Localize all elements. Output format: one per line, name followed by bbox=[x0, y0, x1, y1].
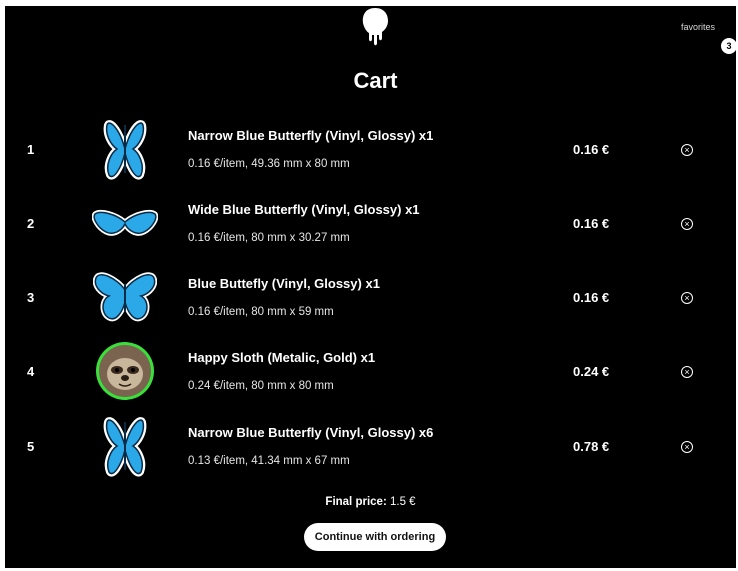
page-title: Cart bbox=[353, 68, 398, 93]
item-index: 4 bbox=[27, 364, 35, 379]
item-name: Blue Buttefly (Vinyl, Glossy) x1 bbox=[188, 276, 380, 291]
item-detail: 0.16 €/item, 80 mm x 30.27 mm bbox=[188, 232, 350, 244]
favorites-count-badge: 3 bbox=[721, 38, 736, 54]
item-index: 2 bbox=[27, 216, 35, 231]
continue-ordering-button[interactable]: Continue with ordering bbox=[304, 523, 446, 551]
item-detail: 0.24 €/item, 80 mm x 80 mm bbox=[188, 380, 334, 392]
item-detail: 0.16 €/item, 80 mm x 59 mm bbox=[188, 306, 334, 318]
remove-item-icon[interactable]: × bbox=[681, 218, 693, 230]
app-frame: favorites 3 Cart 1 Narrow Blue Butterfly… bbox=[5, 6, 736, 568]
cart-row: 1 Narrow Blue Butterfly (Vinyl, Glossy) … bbox=[5, 112, 736, 186]
item-price: 0.16 € bbox=[573, 142, 610, 157]
final-price: Final price: 1.5 € bbox=[5, 496, 736, 508]
narrow-butterfly-sticker-icon bbox=[89, 112, 161, 186]
remove-item-icon[interactable]: × bbox=[681, 366, 693, 378]
item-price: 0.78 € bbox=[573, 439, 610, 454]
item-name: Wide Blue Butterfly (Vinyl, Glossy) x1 bbox=[188, 202, 420, 217]
butterfly-sticker-icon bbox=[89, 260, 161, 334]
item-name: Narrow Blue Butterfly (Vinyl, Glossy) x6 bbox=[188, 425, 434, 440]
sloth-sticker-icon bbox=[89, 334, 161, 408]
item-price: 0.16 € bbox=[573, 290, 610, 305]
item-index: 3 bbox=[27, 290, 35, 305]
narrow-butterfly-sticker-icon bbox=[89, 409, 161, 483]
cart-row: 5 Narrow Blue Butterfly (Vinyl, Glossy) … bbox=[5, 409, 736, 483]
item-detail: 0.13 €/item, 41.34 mm x 67 mm bbox=[188, 455, 350, 467]
final-price-value: 1.5 € bbox=[389, 496, 416, 508]
drip-logo-icon[interactable] bbox=[361, 6, 389, 46]
cart-row: 3 Blue Buttefly (Vinyl, Glossy) x1 0.16 … bbox=[5, 260, 736, 334]
favorites-link[interactable]: favorites 3 bbox=[681, 22, 736, 62]
item-price: 0.16 € bbox=[573, 216, 610, 231]
final-price-label: Final price: bbox=[325, 496, 387, 508]
cart-row: 4 Happy Sloth (Metalic, Gold) x1 0.24 €/… bbox=[5, 334, 736, 408]
cart-row: 2 Wide Blue Butterfly (Vinyl, Glossy) x1… bbox=[5, 186, 736, 260]
remove-item-icon[interactable]: × bbox=[681, 441, 693, 453]
remove-item-icon[interactable]: × bbox=[681, 292, 693, 304]
item-detail: 0.16 €/item, 49.36 mm x 80 mm bbox=[188, 158, 350, 170]
wide-butterfly-sticker-icon bbox=[89, 186, 161, 260]
item-index: 5 bbox=[27, 439, 35, 454]
remove-item-icon[interactable]: × bbox=[681, 144, 693, 156]
item-price: 0.24 € bbox=[573, 364, 610, 379]
item-name: Happy Sloth (Metalic, Gold) x1 bbox=[188, 350, 376, 365]
item-index: 1 bbox=[27, 142, 35, 157]
item-name: Narrow Blue Butterfly (Vinyl, Glossy) x1 bbox=[188, 128, 434, 143]
favorites-label: favorites bbox=[681, 22, 716, 32]
